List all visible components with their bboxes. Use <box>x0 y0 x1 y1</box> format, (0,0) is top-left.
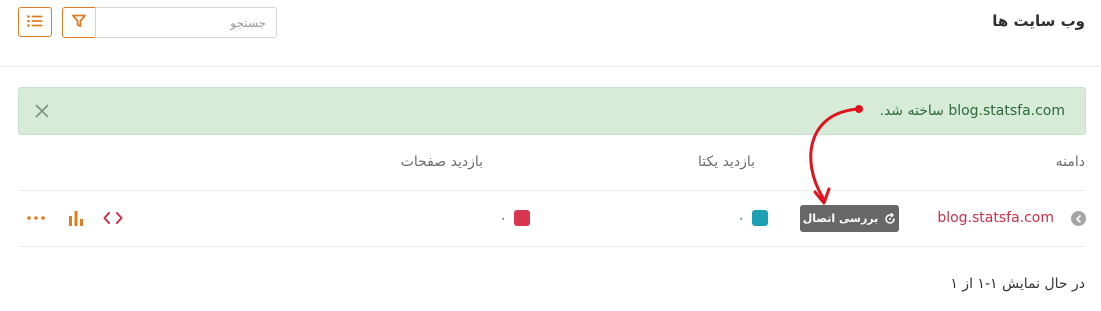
code-icon[interactable] <box>103 209 123 227</box>
table-divider <box>18 246 1086 247</box>
filter-button[interactable] <box>62 7 96 38</box>
domain-link[interactable]: blog.statsfa.com <box>937 208 1054 228</box>
column-header-domain: دامنه <box>1055 154 1085 170</box>
page-title: وب سایت ها <box>992 12 1085 30</box>
page-views-count: ۰ <box>500 211 507 225</box>
page-header: وب سایت ها <box>0 0 1101 67</box>
success-alert: blog.statsfa.com ساخته شد. <box>18 87 1086 135</box>
filter-icon <box>72 14 86 31</box>
column-header-page-views: بازدید صفحات <box>400 154 483 170</box>
list-view-button[interactable] <box>18 7 52 37</box>
check-connection-label: بررسی اتصال <box>802 212 879 225</box>
alert-message: blog.statsfa.com ساخته شد. <box>879 103 1066 119</box>
page-views-color-swatch <box>514 210 530 226</box>
refresh-icon <box>884 212 896 225</box>
search-input[interactable] <box>95 7 277 38</box>
close-icon[interactable] <box>33 102 51 120</box>
list-icon <box>27 14 43 30</box>
table-divider <box>18 190 1086 191</box>
stats-icon[interactable] <box>66 209 86 227</box>
chevron-left-icon[interactable] <box>1071 211 1086 226</box>
check-connection-button[interactable]: بررسی اتصال <box>800 205 899 232</box>
more-options-icon[interactable] <box>26 209 46 227</box>
column-header-unique-visits: بازدید یکتا <box>698 154 755 170</box>
unique-visits-color-swatch <box>752 210 768 226</box>
pagination-info: در حال نمایش ۱-۱ از ۱ <box>950 276 1085 292</box>
unique-visits-count: ۰ <box>738 211 745 225</box>
